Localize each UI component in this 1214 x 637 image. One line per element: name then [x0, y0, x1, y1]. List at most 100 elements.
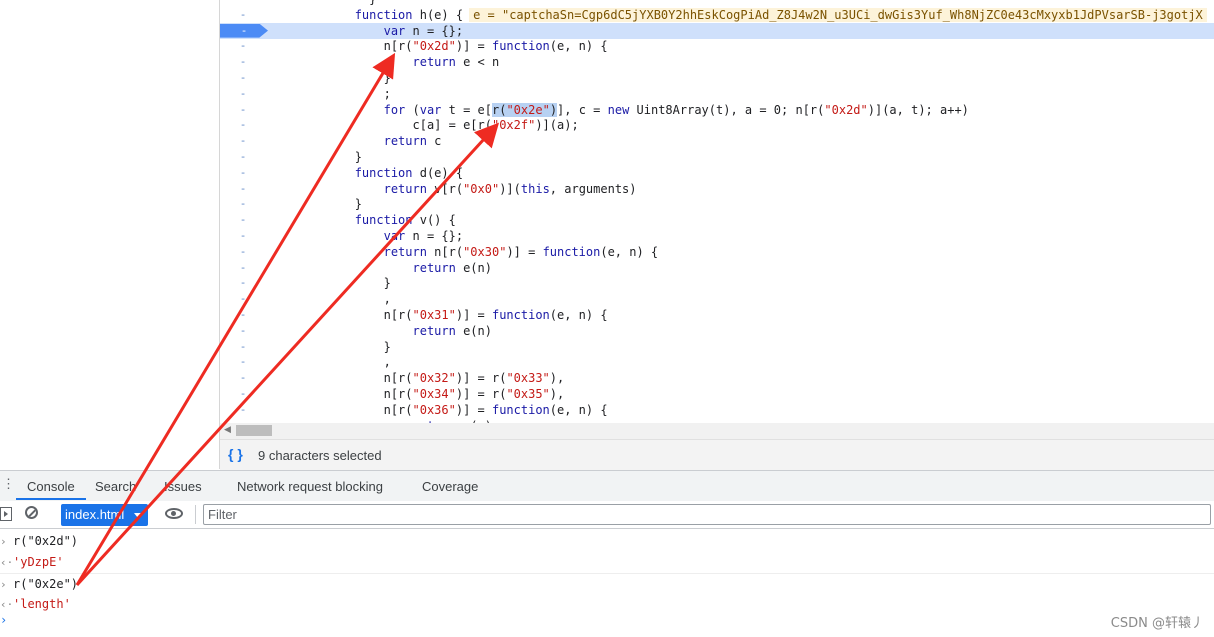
code-text: , [268, 292, 391, 307]
breakpoint-marker[interactable]: - [220, 402, 266, 418]
code-line[interactable]: - n[r("0x32")] = r("0x33"), [220, 370, 1214, 386]
live-expression-eye-icon[interactable] [165, 508, 183, 519]
breakpoint-marker[interactable]: - [220, 102, 266, 118]
breakpoint-marker[interactable]: - [220, 86, 266, 102]
code-line[interactable]: - return e(n) [220, 260, 1214, 276]
code-line[interactable]: - } [220, 275, 1214, 291]
breakpoint-marker[interactable]: - [220, 212, 266, 228]
breakpoint-marker[interactable]: - [220, 386, 266, 402]
clear-console-icon[interactable] [25, 506, 38, 519]
code-editor[interactable]: } - function h(e) {e = "captchaSn=Cgp6dC5… [220, 0, 1214, 423]
breakpoint-marker[interactable]: - [220, 54, 266, 70]
drawer-tab-bar: ⋮ Console Search Issues Network request … [0, 470, 1214, 502]
code-text: } [268, 71, 391, 85]
watermark: CSDN @轩辕丿 [1110, 616, 1204, 631]
breakpoint-marker[interactable]: - [220, 196, 266, 212]
tab-search[interactable]: Search [95, 479, 136, 494]
code-line[interactable]: - function d(e) { [220, 165, 1214, 181]
breakpoint-marker[interactable]: - [220, 260, 266, 276]
code-line[interactable]: - n[r("0x34")] = r("0x35"), [220, 386, 1214, 402]
show-sidebar-icon[interactable] [0, 507, 12, 521]
breakpoint-marker[interactable]: - [220, 117, 266, 133]
breakpoint-marker[interactable]: - [220, 38, 266, 54]
console-row-text: r("0x2d") [13, 534, 79, 548]
code-line[interactable]: - n[r("0x2d")] = function(e, n) { [220, 38, 1214, 54]
code-text: } [268, 339, 391, 354]
code-line[interactable]: - function h(e) {e = "captchaSn=Cgp6dC5j… [220, 7, 1214, 23]
breakpoint-marker[interactable]: - [220, 307, 266, 323]
code-text: for (var t = e[r("0x2e")], c = new Uint8… [383, 102, 969, 117]
console-filter-input[interactable] [203, 504, 1211, 525]
breakpoint-marker[interactable]: - [220, 339, 266, 355]
navigator-pane [0, 0, 220, 469]
breakpoint-marker[interactable]: - [220, 165, 266, 181]
context-selector[interactable]: index.html [61, 504, 148, 526]
code-text: c[a] = e[r("0x2f")](a); [268, 118, 579, 133]
console-result-row[interactable]: ‹·'length' [0, 594, 1214, 615]
code-text: var n = {}; [383, 23, 464, 38]
input-chevron-icon: › [0, 578, 7, 591]
console-result-row[interactable]: ‹·'yDzpE' [0, 552, 1214, 573]
code-line[interactable]: - n[r("0x36")] = function(e, n) { [220, 402, 1214, 418]
code-line[interactable]: - } [220, 149, 1214, 165]
scrollbar-thumb[interactable] [236, 425, 272, 436]
tab-coverage[interactable]: Coverage [422, 479, 478, 494]
breakpoint-marker[interactable]: - [220, 228, 266, 244]
code-line[interactable]: - ; [220, 86, 1214, 102]
code-line[interactable]: - } [220, 339, 1214, 355]
code-line[interactable]: - return v[r("0x0")](this, arguments) [220, 181, 1214, 197]
console-input-row[interactable]: › r("0x2d") [0, 531, 1214, 552]
breakpoint-marker[interactable]: - [220, 149, 266, 165]
tab-network-request-blocking[interactable]: Network request blocking [237, 479, 383, 494]
code-line[interactable]: - } [220, 196, 1214, 212]
breakpoint-marker[interactable]: - [220, 354, 266, 370]
code-line[interactable]: - , [220, 354, 1214, 370]
code-line[interactable]: - var n = {}; [220, 228, 1214, 244]
breakpoint-marker[interactable]: - [220, 323, 266, 339]
tab-console[interactable]: Console [27, 479, 75, 494]
breakpoint-marker[interactable]: - [220, 291, 266, 307]
code-text: } [268, 276, 391, 291]
drawer-menu-icon[interactable]: ⋮ [2, 476, 15, 492]
console-prompt-icon[interactable]: › [0, 613, 7, 627]
breakpoint-marker[interactable]: - [220, 70, 266, 86]
code-text: return e(n) [412, 260, 492, 275]
breakpoint-marker[interactable]: - [220, 181, 266, 197]
breakpoint-marker[interactable]: - [220, 133, 266, 149]
code-text: function v() { [354, 213, 456, 228]
scroll-left-arrow-icon[interactable]: ◀ [224, 425, 231, 435]
code-line[interactable]: - var n = {}; [220, 22, 1214, 39]
console-input-row[interactable]: › r("0x2e") [0, 573, 1214, 595]
code-text: } [268, 197, 362, 212]
console-row-text: 'yDzpE' [13, 555, 64, 569]
code-line[interactable]: - return e < n [220, 54, 1214, 70]
code-line[interactable]: - function v() { [220, 212, 1214, 228]
active-tab-indicator [16, 498, 86, 500]
toolbar-divider [195, 505, 196, 524]
context-selector-value: index.html [65, 507, 125, 522]
code-line[interactable]: - return n[r("0x30")] = function(e, n) { [220, 244, 1214, 260]
code-text: n[r("0x34")] = r("0x35"), [268, 387, 565, 401]
code-line[interactable]: - n[r("0x31")] = function(e, n) { [220, 307, 1214, 323]
code-line[interactable]: - return e(n) [220, 323, 1214, 339]
paused-line-marker-icon[interactable]: - [220, 23, 268, 38]
breakpoint-marker[interactable]: - [220, 275, 266, 291]
selection-status-text: 9 characters selected [258, 448, 382, 463]
code-line[interactable]: - c[a] = e[r("0x2f")](a); [220, 117, 1214, 133]
code-line[interactable]: - , [220, 291, 1214, 307]
horizontal-scrollbar[interactable]: ◀ [220, 423, 1214, 439]
code-line[interactable]: - for (var t = e[r("0x2e")], c = new Uin… [220, 102, 1214, 118]
code-text: function d(e) { [354, 165, 464, 180]
breakpoint-marker[interactable]: - [220, 370, 266, 386]
code-text: , [268, 355, 391, 370]
tab-issues[interactable]: Issues [164, 479, 202, 494]
result-arrow-icon: ‹· [0, 598, 14, 611]
result-arrow-icon: ‹· [0, 556, 14, 569]
code-text: n[r("0x31")] = function(e, n) { [268, 308, 608, 322]
code-line[interactable]: - } [220, 70, 1214, 86]
pretty-print-icon[interactable]: { } [228, 446, 243, 462]
console-row-text: 'length' [13, 597, 71, 611]
breakpoint-marker[interactable]: - [220, 244, 266, 260]
breakpoint-marker[interactable]: - [220, 7, 266, 23]
code-line[interactable]: - return c [220, 133, 1214, 149]
